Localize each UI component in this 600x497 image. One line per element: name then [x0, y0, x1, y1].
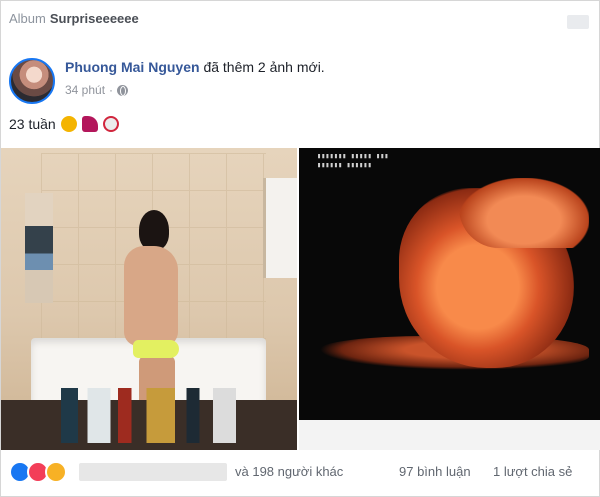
caption-text: 23 tuần — [9, 116, 56, 132]
person-body — [124, 246, 178, 346]
album-prefix: Album — [9, 11, 46, 26]
album-name-link[interactable]: Surpriseeeeee — [50, 11, 139, 26]
globe-icon[interactable] — [117, 84, 129, 96]
author-avatar[interactable] — [9, 58, 55, 104]
hanging-towels — [25, 193, 53, 303]
reactor-names-redacted — [79, 463, 227, 481]
post-action-text: đã thêm 2 ảnh mới. — [203, 59, 325, 75]
album-header: Album Surpriseeeeee — [9, 11, 139, 26]
post-caption: 23 tuần — [9, 116, 119, 132]
post-timestamp[interactable]: 34 phút — [65, 83, 105, 97]
toiletry-bottles — [61, 388, 251, 443]
cat-face-emoji-icon — [60, 116, 77, 132]
ultrasound-photo[interactable]: ▮▮▮▮▮▮▮ ▮▮▮▮▮ ▮▮▮ ▮▮▮▮▮▮ ▮▮▮▮▮▮ — [299, 148, 600, 450]
post-card: Album Surpriseeeeee Phuong Mai Nguyen đã … — [0, 0, 600, 497]
post-meta: 34 phút · — [65, 83, 129, 97]
wow-icon — [45, 461, 67, 483]
person-figure — [119, 210, 181, 416]
ultrasound-readout: ▮▮▮▮▮▮▮ ▮▮▮▮▮ ▮▮▮ ▮▮▮▮▮▮ ▮▮▮▮▮▮ — [317, 152, 389, 169]
post-header: Phuong Mai Nguyen đã thêm 2 ảnh mới. — [65, 59, 325, 75]
photo-bottom-margin — [299, 420, 600, 450]
bathroom-photo[interactable] — [1, 148, 297, 450]
author-name-link[interactable]: Phuong Mai Nguyen — [65, 59, 200, 75]
clown-emoji-icon — [102, 116, 119, 132]
comments-count[interactable]: 97 bình luận — [399, 464, 471, 479]
ultrasound-hand — [459, 178, 589, 248]
shares-count[interactable]: 1 lượt chia sẻ — [493, 464, 572, 479]
reaction-icons[interactable] — [9, 461, 67, 483]
person-underwear — [133, 340, 179, 358]
reactions-count[interactable]: và 198 người khác — [235, 464, 343, 479]
meta-separator: · — [109, 83, 114, 97]
options-menu-icon[interactable] — [567, 15, 589, 29]
person-head — [139, 210, 169, 250]
high-heel-emoji-icon — [81, 116, 98, 132]
window — [263, 178, 297, 278]
